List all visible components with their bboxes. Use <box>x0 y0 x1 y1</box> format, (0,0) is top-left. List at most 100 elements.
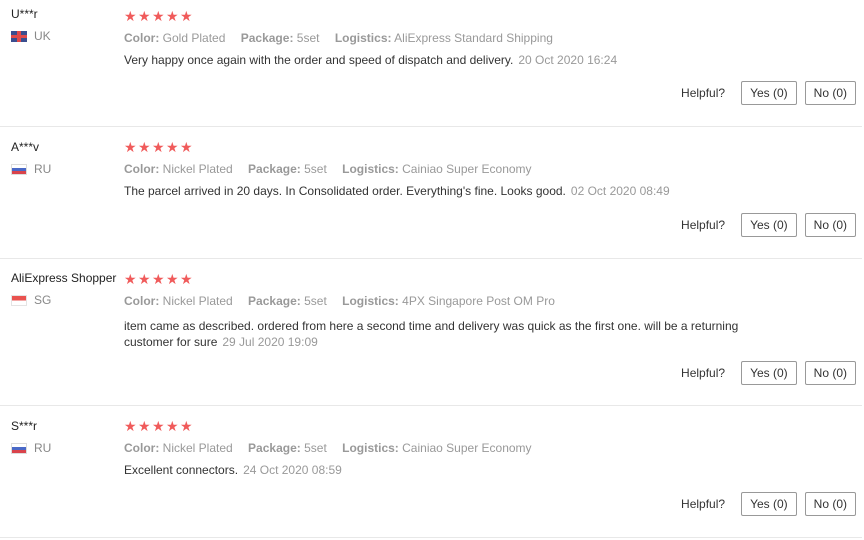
reviewer-name: A***v <box>11 140 40 154</box>
reviewer-name: AliExpress Shopper <box>11 271 117 285</box>
package-key: Package: <box>248 162 301 176</box>
star-icon: ★ <box>166 418 179 434</box>
helpful-controls: Helpful? Yes (0) No (0) <box>681 492 856 516</box>
helpful-no-button[interactable]: No (0) <box>804 213 856 237</box>
logistics-value: AliExpress Standard Shipping <box>394 31 553 45</box>
star-rating: ★ ★ ★ ★ ★ <box>124 140 804 154</box>
color-value: Gold Plated <box>162 31 226 45</box>
review-date: 24 Oct 2020 08:59 <box>243 463 342 477</box>
review-text: item came as described. ordered from her… <box>124 318 784 350</box>
star-icon: ★ <box>124 139 137 155</box>
review-text: Excellent connectors. 24 Oct 2020 08:59 <box>124 462 784 478</box>
review-body: Excellent connectors. <box>124 463 239 477</box>
color-key: Color: <box>124 441 160 455</box>
star-icon: ★ <box>180 139 193 155</box>
reviewer-info: A***v RU <box>11 139 51 176</box>
star-icon: ★ <box>138 8 151 24</box>
flag-sg-icon <box>11 294 27 306</box>
star-icon: ★ <box>124 271 137 287</box>
review-item: AliExpress Shopper SG ★ ★ ★ ★ ★ Color: Nicke… <box>0 259 862 406</box>
helpful-controls: Helpful? Yes (0) No (0) <box>681 213 856 237</box>
helpful-yes-button[interactable]: Yes (0) <box>741 361 797 385</box>
helpful-yes-button[interactable]: Yes (0) <box>741 492 797 516</box>
color-key: Color: <box>124 294 160 308</box>
helpful-no-button[interactable]: No (0) <box>804 361 856 385</box>
reviewer-info: AliExpress Shopper SG <box>11 270 116 307</box>
helpful-yes-button[interactable]: Yes (0) <box>741 81 797 105</box>
helpful-label: Helpful? <box>681 86 726 100</box>
helpful-no-button[interactable]: No (0) <box>804 81 856 105</box>
package-value: 5set <box>304 162 327 176</box>
review-body: Very happy once again with the order and… <box>124 53 514 67</box>
review-text: The parcel arrived in 20 days. In Consol… <box>124 183 784 199</box>
star-icon: ★ <box>124 8 137 24</box>
star-icon: ★ <box>180 418 193 434</box>
helpful-yes-button[interactable]: Yes (0) <box>741 213 797 237</box>
star-icon: ★ <box>152 8 165 24</box>
logistics-key: Logistics: <box>342 441 399 455</box>
star-rating: ★ ★ ★ ★ ★ <box>124 9 804 23</box>
country-code: UK <box>34 29 51 43</box>
package-key: Package: <box>248 294 301 308</box>
reviewer-country: RU <box>11 162 51 176</box>
star-icon: ★ <box>152 139 165 155</box>
color-value: Nickel Plated <box>162 162 233 176</box>
logistics-value: 4PX Singapore Post OM Pro <box>402 294 555 308</box>
logistics-value: Cainiao Super Economy <box>402 162 532 176</box>
helpful-label: Helpful? <box>681 366 726 380</box>
color-key: Color: <box>124 162 160 176</box>
star-icon: ★ <box>152 271 165 287</box>
helpful-controls: Helpful? Yes (0) No (0) <box>681 361 856 385</box>
star-icon: ★ <box>166 8 179 24</box>
review-text: Very happy once again with the order and… <box>124 52 784 68</box>
review-content: ★ ★ ★ ★ ★ Color: Gold Plated Package: 5set L… <box>124 9 804 68</box>
package-key: Package: <box>240 31 294 45</box>
star-icon: ★ <box>152 418 165 434</box>
star-icon: ★ <box>180 8 193 24</box>
color-value: Nickel Plated <box>162 441 233 455</box>
color-value: Nickel Plated <box>162 294 233 308</box>
review-content: ★ ★ ★ ★ ★ Color: Nickel Plated Package: 5set… <box>124 272 804 350</box>
star-icon: ★ <box>180 271 193 287</box>
package-value: 5set <box>304 441 327 455</box>
star-icon: ★ <box>138 139 151 155</box>
reviewer-name: U***r <box>11 7 38 21</box>
product-attributes: Color: Nickel Plated Package: 5set Logis… <box>124 293 804 309</box>
review-content: ★ ★ ★ ★ ★ Color: Nickel Plated Package: 5set… <box>124 419 804 478</box>
package-key: Package: <box>248 441 301 455</box>
flag-uk-icon <box>11 30 27 42</box>
logistics-key: Logistics: <box>342 162 399 176</box>
logistics-key: Logistics: <box>334 31 392 45</box>
product-attributes: Color: Gold Plated Package: 5set Logisti… <box>124 30 804 46</box>
review-date: 20 Oct 2020 16:24 <box>518 53 618 67</box>
review-body: The parcel arrived in 20 days. In Consol… <box>124 184 566 198</box>
reviewer-info: U***r UK <box>11 6 51 43</box>
color-key: Color: <box>124 31 160 45</box>
star-icon: ★ <box>124 418 137 434</box>
helpful-no-button[interactable]: No (0) <box>804 492 856 516</box>
reviewer-country: RU <box>11 441 51 455</box>
star-icon: ★ <box>138 418 151 434</box>
flag-ru-icon <box>11 442 27 454</box>
country-code: SG <box>34 293 52 307</box>
star-rating: ★ ★ ★ ★ ★ <box>124 272 804 286</box>
country-code: RU <box>34 441 52 455</box>
review-item: U***r UK ★ ★ ★ ★ ★ Color: Gold Plated Packag… <box>0 0 862 127</box>
review-item: A***v RU ★ ★ ★ ★ ★ Color: Nickel Plated Pack… <box>0 127 862 259</box>
country-code: RU <box>34 162 52 176</box>
product-attributes: Color: Nickel Plated Package: 5set Logis… <box>124 440 804 456</box>
reviewer-info: S***r RU <box>11 418 51 455</box>
reviewer-country: SG <box>11 293 116 307</box>
flag-ru-icon <box>11 163 27 175</box>
review-body: item came as described. ordered from her… <box>124 319 739 349</box>
product-attributes: Color: Nickel Plated Package: 5set Logis… <box>124 161 804 177</box>
review-date: 29 Jul 2020 19:09 <box>222 335 318 349</box>
logistics-key: Logistics: <box>342 294 399 308</box>
helpful-label: Helpful? <box>681 218 726 232</box>
star-icon: ★ <box>166 271 179 287</box>
helpful-label: Helpful? <box>681 497 726 511</box>
reviewer-country: UK <box>11 29 51 43</box>
star-icon: ★ <box>166 139 179 155</box>
helpful-controls: Helpful? Yes (0) No (0) <box>681 81 856 105</box>
reviewer-name: S***r <box>11 419 38 433</box>
